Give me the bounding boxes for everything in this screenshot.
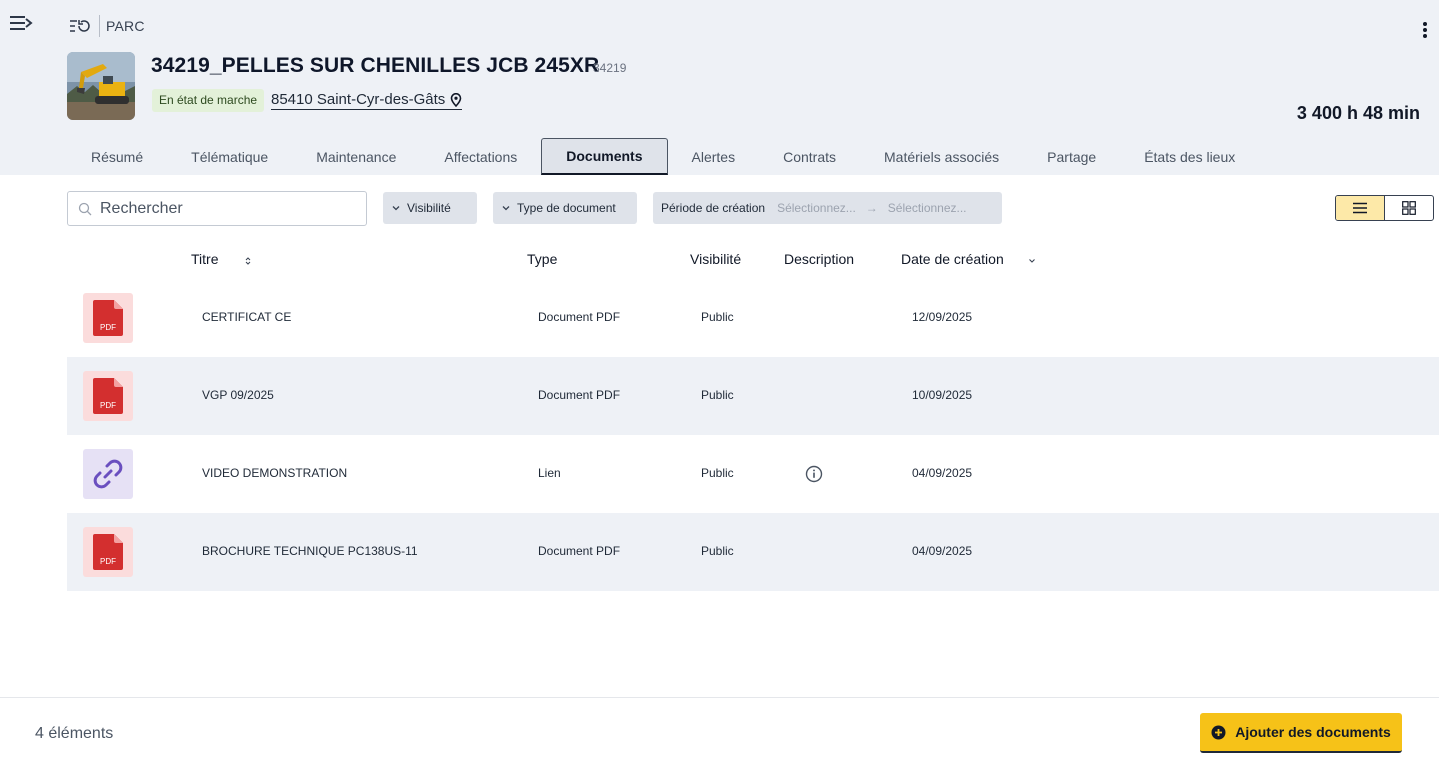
tab-materiels-associes[interactable]: Matériels associés <box>860 138 1023 175</box>
equipment-code: 34219 <box>593 61 627 75</box>
pdf-file-icon: PDF <box>83 371 133 421</box>
pdf-icon-label: PDF <box>100 401 116 410</box>
operating-hours: 3 400 h 48 min <box>1296 103 1420 123</box>
info-icon[interactable] <box>805 465 823 483</box>
creation-period-label: Période de création <box>661 201 766 215</box>
equipment-location-link[interactable]: 85410 Saint-Cyr-des-Gâts <box>271 90 463 110</box>
column-visibility-header[interactable]: Visibilité <box>690 251 741 267</box>
location-label: 85410 Saint-Cyr-des-Gâts <box>271 91 446 108</box>
table-row[interactable]: VIDEO DEMONSTRATION Lien Public 04/09/20… <box>67 435 1439 513</box>
tab-telematique[interactable]: Télématique <box>167 138 292 175</box>
sort-icon[interactable] <box>245 256 251 266</box>
menu-expand-icon[interactable] <box>8 12 34 34</box>
pdf-file-icon: PDF <box>83 527 133 577</box>
row-title: VIDEO DEMONSTRATION <box>202 466 348 480</box>
arrow-right-icon: → <box>865 201 878 215</box>
pdf-icon-label: PDF <box>100 323 116 332</box>
pdf-file-icon: PDF <box>83 293 133 343</box>
footer-bar: 4 éléments Ajouter des documents <box>0 697 1439 766</box>
row-type: Lien <box>538 466 561 480</box>
period-start-input[interactable]: Sélectionnez... <box>777 201 856 215</box>
tab-affectations[interactable]: Affectations <box>420 138 541 175</box>
link-icon <box>83 449 133 499</box>
map-pin-icon <box>450 92 462 107</box>
row-visibility: Public <box>701 466 734 480</box>
chevron-down-icon <box>392 206 400 211</box>
row-title: VGP 09/2025 <box>202 388 274 402</box>
plus-circle-icon <box>1211 725 1226 739</box>
row-visibility: Public <box>701 388 734 402</box>
tab-documents[interactable]: Documents <box>541 138 668 175</box>
search-icon <box>78 202 92 215</box>
tab-resume[interactable]: Résumé <box>67 138 167 175</box>
pdf-icon-label: PDF <box>100 557 116 566</box>
view-toggle <box>1335 195 1434 221</box>
visibility-filter[interactable]: Visibilité <box>383 192 477 224</box>
visibility-filter-label: Visibilité <box>407 201 451 215</box>
grid-icon <box>1402 201 1416 215</box>
row-visibility: Public <box>701 310 734 324</box>
row-date: 10/09/2025 <box>912 388 973 402</box>
list-view-button[interactable] <box>1336 196 1385 220</box>
row-date: 04/09/2025 <box>912 466 973 480</box>
column-title-header[interactable]: Titre <box>191 251 218 267</box>
document-type-filter[interactable]: Type de document <box>493 192 637 224</box>
tab-partage[interactable]: Partage <box>1023 138 1120 175</box>
row-date: 04/09/2025 <box>912 544 973 558</box>
creation-period-filter: Période de création Sélectionnez... → Sé… <box>653 192 1002 224</box>
column-created-header[interactable]: Date de création <box>901 251 1004 267</box>
equipment-title: 34219_PELLES SUR CHENILLES JCB 245XR <box>151 54 600 77</box>
table-header: Titre Type Visibilité Description Date d… <box>0 251 1439 271</box>
row-title: BROCHURE TECHNIQUE PC138US-11 <box>202 544 418 558</box>
tab-alertes[interactable]: Alertes <box>668 138 760 175</box>
row-title: CERTIFICAT CE <box>202 310 292 324</box>
row-type: Document PDF <box>538 544 621 558</box>
column-description-header[interactable]: Description <box>784 251 854 267</box>
add-documents-label: Ajouter des documents <box>1235 724 1391 740</box>
table-row[interactable]: PDF CERTIFICAT CE Document PDF Public 12… <box>67 279 1439 357</box>
row-type: Document PDF <box>538 310 621 324</box>
table-row[interactable]: PDF BROCHURE TECHNIQUE PC138US-11 Docume… <box>67 513 1439 591</box>
search-input[interactable] <box>100 199 340 218</box>
list-icon <box>1353 202 1367 214</box>
more-options-icon[interactable] <box>1417 20 1433 40</box>
sort-desc-icon[interactable] <box>1028 257 1036 265</box>
tab-maintenance[interactable]: Maintenance <box>292 138 420 175</box>
row-type: Document PDF <box>538 388 621 402</box>
add-documents-button[interactable]: Ajouter des documents <box>1200 713 1402 753</box>
table-row[interactable]: PDF VGP 09/2025 Document PDF Public 10/0… <box>67 357 1439 435</box>
status-badge: En état de marche <box>152 89 265 112</box>
breadcrumb-separator <box>99 15 100 37</box>
column-type-header[interactable]: Type <box>527 251 557 267</box>
chevron-down-icon <box>502 206 510 211</box>
tab-bar: Résumé Télématique Maintenance Affectati… <box>67 138 1259 175</box>
breadcrumb-parc[interactable]: PARC <box>106 18 145 34</box>
tab-contrats[interactable]: Contrats <box>759 138 860 175</box>
equipment-thumbnail <box>67 52 135 120</box>
document-type-filter-label: Type de document <box>517 201 616 215</box>
row-visibility: Public <box>701 544 734 558</box>
row-date: 12/09/2025 <box>912 310 973 324</box>
breadcrumb: PARC <box>67 14 145 38</box>
tab-etats-des-lieux[interactable]: États des lieux <box>1120 138 1259 175</box>
equipment-header: PARC 34219_PELLES SUR CHENILLES JCB 245X… <box>0 0 1439 175</box>
search-box <box>67 191 367 226</box>
item-count: 4 éléments <box>35 725 114 742</box>
grid-view-button[interactable] <box>1385 196 1433 220</box>
period-end-input[interactable]: Sélectionnez... <box>888 201 967 215</box>
history-icon[interactable] <box>67 14 91 38</box>
